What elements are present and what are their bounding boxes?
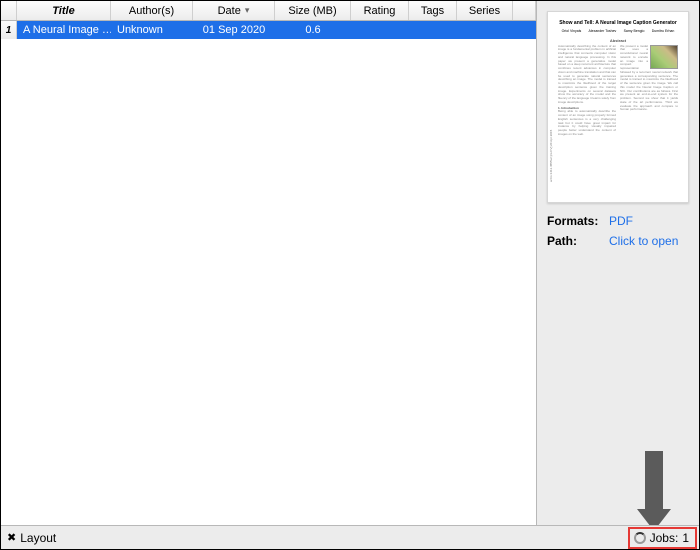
app-window: Title Author(s) Date ▾ Size (MB) Rating …: [0, 0, 700, 550]
main-area: Title Author(s) Date ▾ Size (MB) Rating …: [1, 1, 699, 525]
cell-date: 01 Sep 2020: [193, 21, 275, 39]
formats-row: Formats: PDF: [547, 211, 689, 231]
layout-button[interactable]: ✖ Layout: [1, 531, 62, 545]
table-body: 1 A Neural Image … Unknown 01 Sep 2020 0…: [1, 21, 536, 525]
layout-icon: ✖: [7, 531, 16, 544]
path-label: Path:: [547, 234, 605, 248]
author-name: Alexander Toshev: [589, 29, 617, 33]
author-name: Dumitru Erhan: [652, 29, 675, 33]
row-number-header: [1, 1, 17, 20]
column-header-filler: [513, 1, 536, 20]
paper-authors: Oriol Vinyals Alexander Toshev Samy Beng…: [558, 29, 678, 33]
paper-columns: Automatically describing the content of …: [558, 45, 678, 137]
jobs-label: Jobs:: [650, 531, 679, 545]
paper-column-right: We present a model that uses a convoluti…: [620, 45, 678, 137]
paper-column-left: Automatically describing the content of …: [558, 45, 616, 137]
column-header-rating[interactable]: Rating: [351, 1, 409, 20]
cover-preview[interactable]: arXiv:1411.4555v2 [cs.CV] 20 Apr 2015 Sh…: [547, 11, 689, 203]
path-link[interactable]: Click to open: [609, 234, 678, 248]
arxiv-note: arXiv:1411.4555v2 [cs.CV] 20 Apr 2015: [550, 52, 556, 182]
table-header: Title Author(s) Date ▾ Size (MB) Rating …: [1, 1, 536, 21]
column-header-date[interactable]: Date ▾: [193, 1, 275, 20]
library-table: Title Author(s) Date ▾ Size (MB) Rating …: [1, 1, 537, 525]
column-header-size[interactable]: Size (MB): [275, 1, 351, 20]
row-number: 1: [1, 21, 17, 39]
cell-rating: [351, 21, 409, 39]
paper-title: Show and Tell: A Neural Image Caption Ge…: [558, 20, 678, 26]
column-header-date-label: Date: [218, 5, 241, 17]
annotation-arrow-icon: [637, 451, 671, 531]
column-header-series[interactable]: Series: [457, 1, 513, 20]
author-name: Oriol Vinyals: [562, 29, 582, 33]
jobs-count: 1: [682, 531, 689, 545]
cell-size: 0.6: [275, 21, 351, 39]
column-header-tags[interactable]: Tags: [409, 1, 457, 20]
table-row[interactable]: 1 A Neural Image … Unknown 01 Sep 2020 0…: [1, 21, 536, 39]
path-row: Path: Click to open: [547, 231, 689, 251]
sort-indicator-icon: ▾: [245, 5, 250, 16]
formats-link[interactable]: PDF: [609, 214, 633, 228]
metadata-panel: Formats: PDF Path: Click to open: [537, 209, 699, 255]
abstract-heading: Abstract: [558, 38, 678, 43]
paper-figure-icon: [650, 45, 678, 69]
status-bar: ✖ Layout Jobs: 1: [1, 525, 699, 549]
column-header-author[interactable]: Author(s): [111, 1, 193, 20]
layout-label: Layout: [20, 531, 56, 545]
cell-title: A Neural Image …: [17, 21, 111, 39]
details-sidebar: arXiv:1411.4555v2 [cs.CV] 20 Apr 2015 Sh…: [537, 1, 699, 525]
author-name: Samy Bengio: [624, 29, 645, 33]
preview-container: arXiv:1411.4555v2 [cs.CV] 20 Apr 2015 Sh…: [537, 1, 699, 209]
column-header-title[interactable]: Title: [17, 1, 111, 20]
spinner-icon: [634, 532, 646, 544]
jobs-indicator[interactable]: Jobs: 1: [628, 527, 697, 549]
formats-label: Formats:: [547, 214, 605, 228]
cell-series: [457, 21, 513, 39]
cell-tags: [409, 21, 457, 39]
cell-author: Unknown: [111, 21, 193, 39]
